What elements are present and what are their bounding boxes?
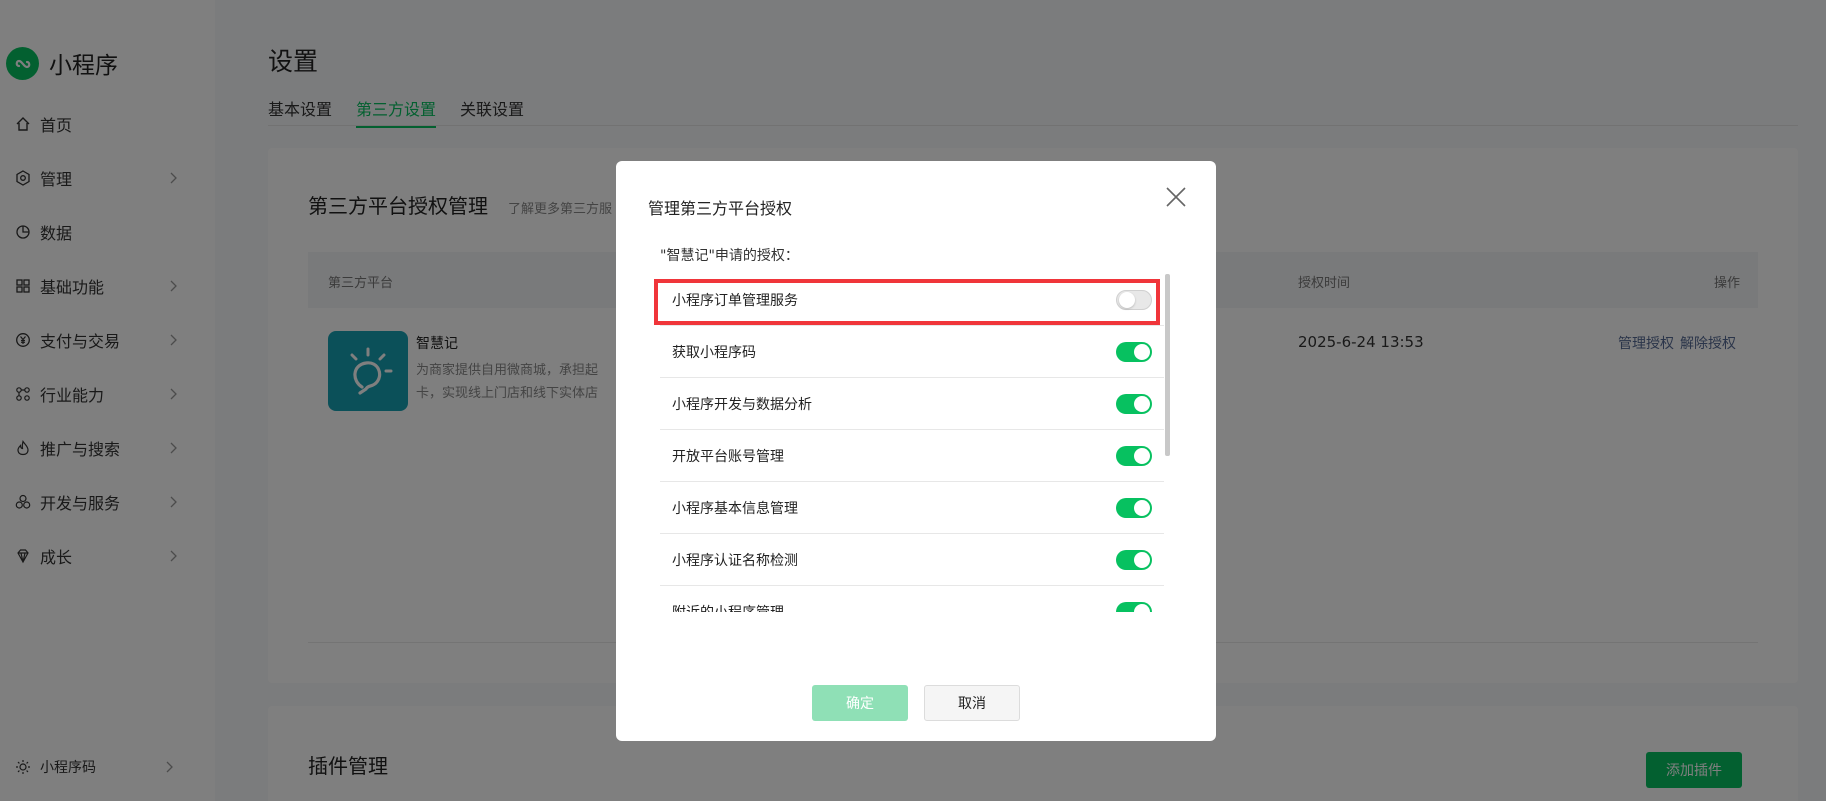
toggle-knob — [1134, 500, 1150, 516]
permission-row: 小程序订单管理服务 — [660, 274, 1164, 326]
permission-row: 获取小程序码 — [660, 326, 1164, 378]
permission-row: 开放平台账号管理 — [660, 430, 1164, 482]
manage-auth-dialog: 管理第三方平台授权 "智慧记"申请的授权： 小程序订单管理服务 获取小程序码 小… — [616, 161, 1216, 741]
toggle-knob — [1134, 448, 1150, 464]
permission-label: 小程序开发与数据分析 — [672, 396, 812, 413]
permission-toggle[interactable] — [1116, 498, 1152, 518]
permission-label: 开放平台账号管理 — [672, 448, 784, 465]
permission-label: 附近的小程序管理 — [672, 602, 784, 613]
permission-toggle[interactable] — [1116, 290, 1152, 310]
permission-label: 小程序认证名称检测 — [672, 552, 798, 569]
scrollbar-thumb[interactable] — [1165, 274, 1170, 456]
permission-toggle[interactable] — [1116, 394, 1152, 414]
cancel-button[interactable]: 取消 — [924, 685, 1020, 721]
permission-label: 小程序基本信息管理 — [672, 500, 798, 517]
permission-toggle[interactable] — [1116, 342, 1152, 362]
permission-toggle[interactable] — [1116, 446, 1152, 466]
toggle-knob — [1134, 396, 1150, 412]
permission-row: 小程序认证名称检测 — [660, 534, 1164, 586]
permission-list[interactable]: 小程序订单管理服务 获取小程序码 小程序开发与数据分析 开放平台账号管理 小程序… — [660, 274, 1164, 612]
permission-row: 小程序开发与数据分析 — [660, 378, 1164, 430]
toggle-knob — [1134, 344, 1150, 360]
dialog-title: 管理第三方平台授权 — [648, 199, 793, 218]
toggle-knob — [1134, 604, 1150, 612]
permission-label: 小程序订单管理服务 — [672, 292, 798, 309]
dialog-subtitle: "智慧记"申请的授权： — [660, 248, 799, 264]
permission-label: 获取小程序码 — [672, 344, 756, 361]
toggle-knob — [1134, 552, 1150, 568]
close-icon[interactable] — [1164, 185, 1188, 209]
confirm-button[interactable]: 确定 — [812, 685, 908, 721]
permission-toggle[interactable] — [1116, 550, 1152, 570]
permission-row: 小程序基本信息管理 — [660, 482, 1164, 534]
permission-toggle[interactable] — [1116, 602, 1152, 612]
toggle-knob — [1119, 292, 1135, 308]
permission-row: 附近的小程序管理 — [660, 586, 1164, 612]
